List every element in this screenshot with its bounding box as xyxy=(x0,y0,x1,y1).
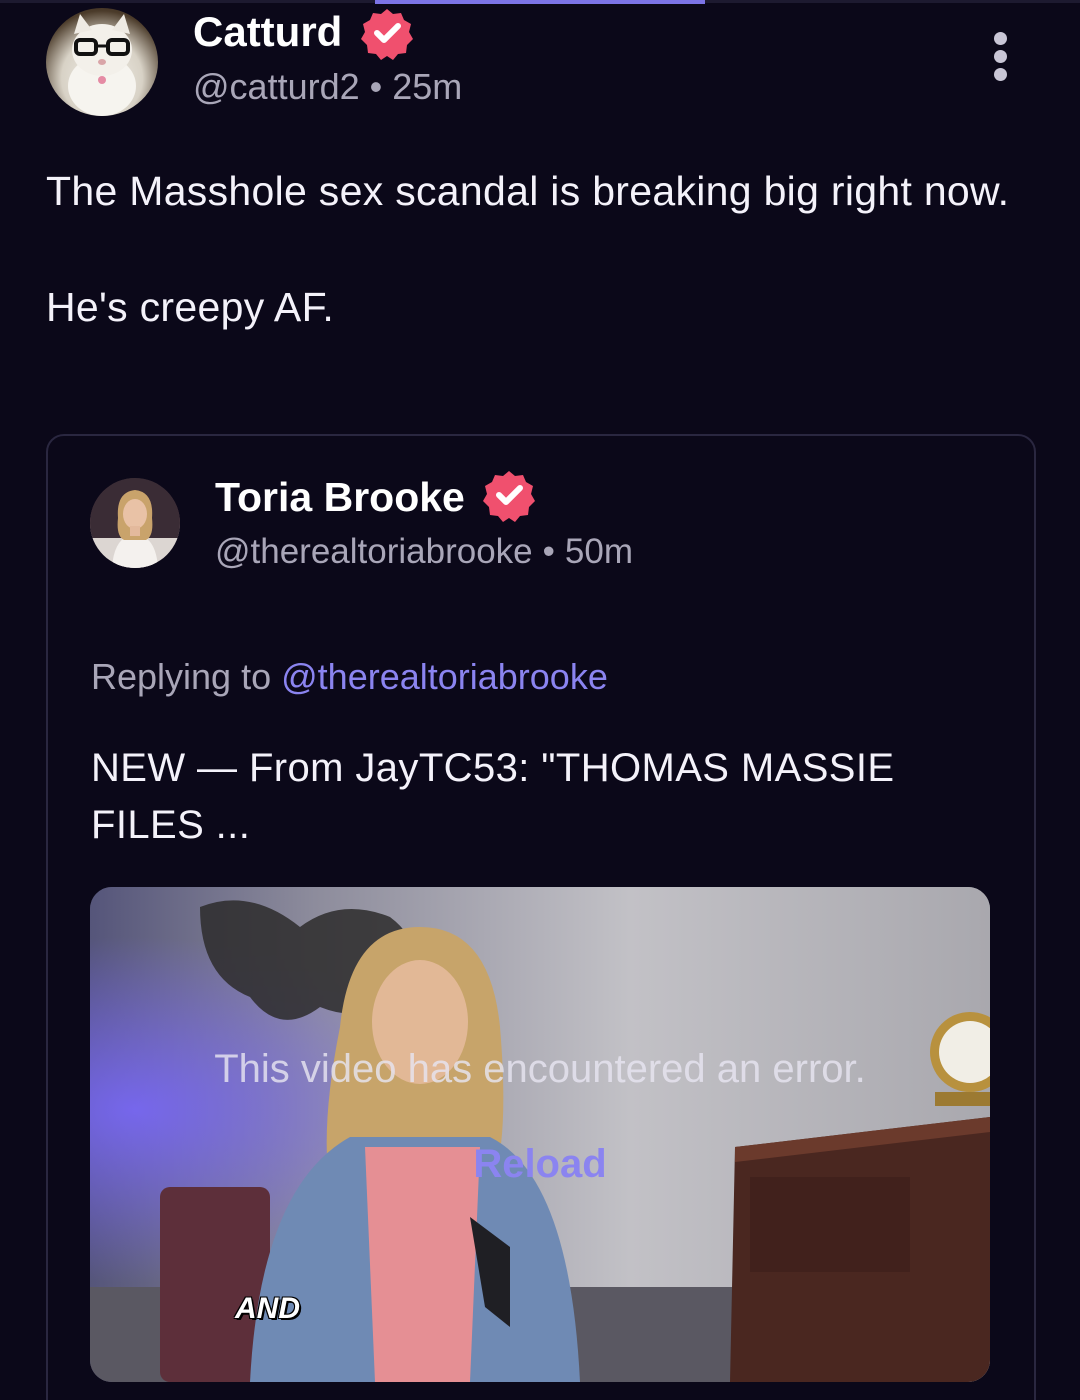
video-player[interactable]: This video has encountered an error. Rel… xyxy=(90,887,990,1382)
replying-handle-link[interactable]: @therealtoriabrooke xyxy=(281,656,608,697)
meta-separator: • xyxy=(542,532,555,571)
replying-to: Replying to @therealtoriabrooke xyxy=(91,656,608,698)
replying-label: Replying to xyxy=(91,656,272,697)
more-options-button[interactable] xyxy=(980,32,1020,88)
more-vertical-icon-dot xyxy=(993,68,1007,81)
loading-indicator xyxy=(375,0,705,4)
verified-badge-icon xyxy=(361,9,413,60)
more-vertical-icon-dot xyxy=(993,50,1007,63)
quoted-post-time: 50m xyxy=(564,532,634,571)
quoted-author-name[interactable]: Toria Brooke xyxy=(215,474,465,521)
post-time: 25m xyxy=(392,66,463,107)
author-handle[interactable]: @catturd2 xyxy=(193,66,360,107)
post-text-line: The Masshole sex scandal is breaking big… xyxy=(46,168,1010,214)
author-avatar[interactable] xyxy=(46,8,158,116)
post-text-line: He's creepy AF. xyxy=(46,284,335,330)
quoted-author-handle[interactable]: @therealtoriabrooke xyxy=(215,532,533,571)
video-error-message: This video has encountered an error. xyxy=(214,1047,866,1091)
video-reload-button[interactable]: Reload xyxy=(90,1142,990,1187)
post-body: The Masshole sex scandal is breaking big… xyxy=(46,162,1036,336)
author-meta: @catturd2 • 25m xyxy=(193,66,462,108)
more-vertical-icon xyxy=(993,32,1007,45)
post-detail-screen: Catturd @catturd2 • 25m The Masshole sex s… xyxy=(0,0,1080,1400)
quoted-author-avatar[interactable] xyxy=(90,478,180,568)
verified-badge-icon xyxy=(483,471,535,522)
author-name[interactable]: Catturd xyxy=(193,8,342,56)
video-frame xyxy=(90,887,990,1382)
video-caption: AND xyxy=(235,1292,300,1325)
quoted-author-meta: @therealtoriabrooke • 50m xyxy=(215,532,633,572)
quoted-post-body: NEW — From JayTC53: "THOMAS MASSIE FILES… xyxy=(91,746,895,847)
meta-separator: • xyxy=(369,66,383,107)
